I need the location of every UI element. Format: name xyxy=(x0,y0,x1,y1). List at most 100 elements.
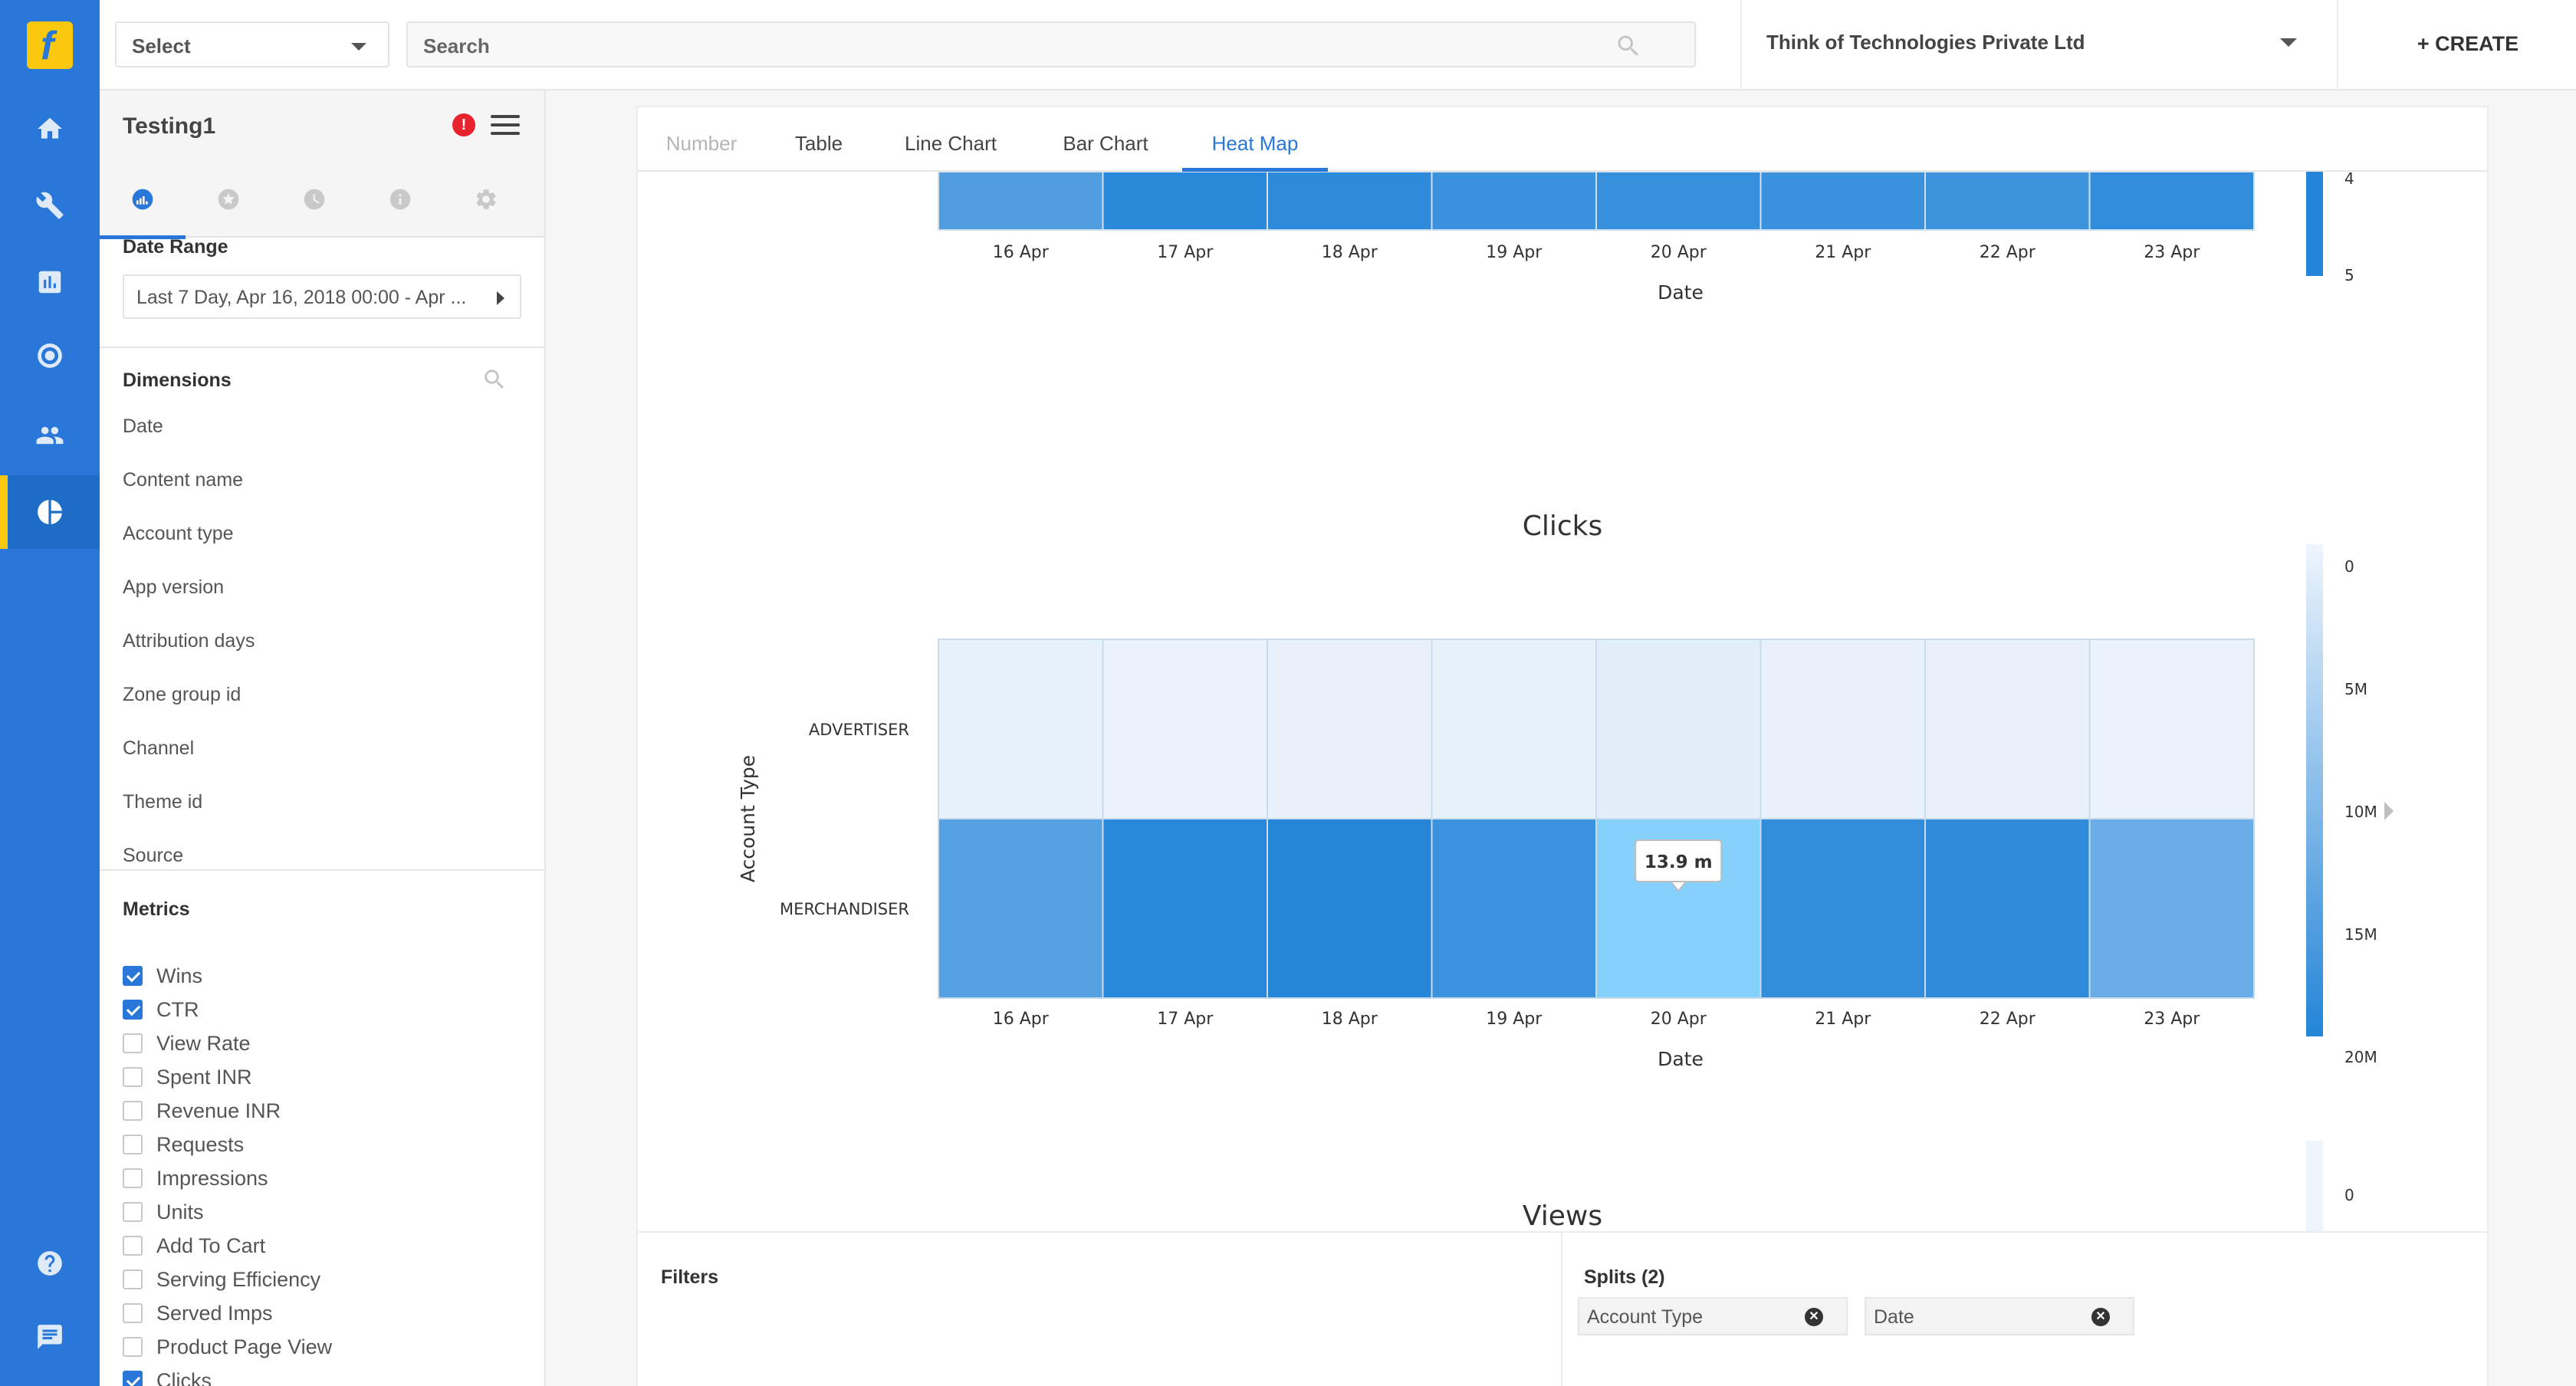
split-label: Date xyxy=(1874,1306,1914,1328)
dimension-item[interactable]: Attribution days xyxy=(123,630,255,652)
metric-item[interactable]: Wins xyxy=(123,963,202,989)
dimension-item[interactable]: Channel xyxy=(123,737,194,760)
metric-item[interactable]: Product Page View xyxy=(123,1334,332,1360)
split-label: Account Type xyxy=(1587,1306,1704,1328)
metric-item[interactable]: View Rate xyxy=(123,1030,251,1056)
dimension-item[interactable]: Source xyxy=(123,845,183,867)
tab-data[interactable] xyxy=(100,161,186,239)
metric-item[interactable]: Spent INR xyxy=(123,1064,252,1090)
close-icon[interactable]: ✕ xyxy=(2091,1308,2110,1326)
heatmap-cell xyxy=(1924,639,2091,819)
tab-info[interactable] xyxy=(357,161,443,238)
metric-label: CTR xyxy=(156,997,199,1021)
nav-targets[interactable] xyxy=(0,319,100,392)
nav-analytics[interactable] xyxy=(0,475,100,549)
tab-number[interactable]: Number xyxy=(638,107,765,172)
metric-checkbox[interactable] xyxy=(123,1033,143,1053)
dimension-item[interactable]: App version xyxy=(123,576,224,599)
metric-checkbox[interactable] xyxy=(123,1101,143,1121)
x-tick-label: 18 Apr xyxy=(1322,243,1378,262)
view-tabs: Number Table Line Chart Bar Chart Heat Map xyxy=(638,107,2487,172)
metric-item[interactable]: Impressions xyxy=(123,1165,268,1191)
dimension-item[interactable]: Theme id xyxy=(123,791,202,813)
tab-favorites[interactable] xyxy=(186,161,271,238)
metric-checkbox[interactable] xyxy=(123,1371,143,1386)
colorbar-tick: 15M xyxy=(2344,925,2377,944)
metric-checkbox[interactable] xyxy=(123,966,143,986)
colorbar-tick: 5M xyxy=(2344,680,2367,698)
select-dropdown[interactable]: Select xyxy=(115,21,389,67)
search-icon[interactable] xyxy=(481,366,508,392)
nav-help[interactable] xyxy=(0,1227,100,1300)
metric-checkbox[interactable] xyxy=(123,1135,143,1154)
metric-checkbox[interactable] xyxy=(123,1269,143,1289)
metric-item[interactable]: Clicks xyxy=(123,1368,212,1386)
metric-checkbox[interactable] xyxy=(123,1067,143,1087)
metric-item[interactable]: Units xyxy=(123,1199,204,1225)
heatmap-cell xyxy=(1924,818,2091,999)
users-icon xyxy=(36,426,64,445)
metric-item[interactable]: Serving Efficiency xyxy=(123,1266,320,1292)
x-tick-label: 23 Apr xyxy=(2144,1010,2200,1029)
tab-table[interactable]: Table xyxy=(765,107,872,172)
dimension-item[interactable]: Zone group id xyxy=(123,684,241,706)
nav-feedback[interactable] xyxy=(0,1300,100,1374)
metric-checkbox[interactable] xyxy=(123,1000,143,1020)
x-tick-label: 19 Apr xyxy=(1486,243,1543,262)
metric-label: Product Page View xyxy=(156,1335,333,1358)
panel-tabs xyxy=(100,161,544,239)
tab-history[interactable] xyxy=(271,161,357,238)
metric-checkbox[interactable] xyxy=(123,1236,143,1256)
dimension-item[interactable]: Date xyxy=(123,415,163,438)
report-title: Testing1 xyxy=(123,113,216,139)
tab-settings[interactable] xyxy=(443,161,529,238)
split-pill[interactable]: Account Type ✕ xyxy=(1578,1297,1848,1335)
metric-label: Clicks xyxy=(156,1368,212,1386)
metric-item[interactable]: Revenue INR xyxy=(123,1098,281,1124)
dimension-item[interactable]: Content name xyxy=(123,469,243,491)
filters-splits-bar: Filters Splits (2) Account Type ✕ Date ✕ xyxy=(638,1231,2487,1386)
company-switcher[interactable]: Think of Technologies Private Ltd xyxy=(1740,0,2338,89)
x-tick-label: 17 Apr xyxy=(1157,243,1214,262)
y-tick-label: ADVERTISER xyxy=(809,721,909,739)
x-axis-label: Date xyxy=(1658,1048,1704,1070)
nav-home[interactable] xyxy=(0,92,100,166)
metric-checkbox[interactable] xyxy=(123,1303,143,1323)
clock-icon xyxy=(304,189,325,210)
search-icon[interactable] xyxy=(1615,32,1642,60)
metric-label: Impressions xyxy=(156,1166,268,1190)
create-button[interactable]: + CREATE xyxy=(2338,0,2576,89)
nav-reports[interactable] xyxy=(0,245,100,319)
metric-item[interactable]: CTR xyxy=(123,997,199,1023)
close-icon[interactable]: ✕ xyxy=(1805,1308,1823,1326)
menu-icon[interactable] xyxy=(491,115,520,135)
date-range-value: Last 7 Day, Apr 16, 2018 00:00 - Apr ... xyxy=(136,287,467,308)
metric-label: View Rate xyxy=(156,1031,251,1055)
x-tick-label: 16 Apr xyxy=(993,243,1050,262)
caret-right-icon xyxy=(497,291,504,305)
tab-line-chart[interactable]: Line Chart xyxy=(872,107,1029,172)
metric-item[interactable]: Requests xyxy=(123,1131,244,1158)
nav-users[interactable] xyxy=(0,399,100,472)
split-pill[interactable]: Date ✕ xyxy=(1865,1297,2134,1335)
tab-bar-chart[interactable]: Bar Chart xyxy=(1029,107,1182,172)
metric-checkbox[interactable] xyxy=(123,1168,143,1188)
alert-icon[interactable]: ! xyxy=(452,113,475,136)
caret-right-icon[interactable] xyxy=(2384,802,2394,820)
search-input[interactable]: Search xyxy=(406,21,1696,67)
nav-tools[interactable] xyxy=(0,169,100,242)
metric-checkbox[interactable] xyxy=(123,1202,143,1222)
date-range-picker[interactable]: Last 7 Day, Apr 16, 2018 00:00 - Apr ... xyxy=(123,274,521,319)
flipkart-logo-icon[interactable] xyxy=(27,21,73,69)
heatmap-cell xyxy=(938,639,1104,819)
metric-checkbox[interactable] xyxy=(123,1337,143,1357)
left-rail xyxy=(0,0,100,1386)
metric-item[interactable]: Add To Cart xyxy=(123,1233,265,1259)
heatmap-cell xyxy=(1431,172,1597,231)
tab-heat-map[interactable]: Heat Map xyxy=(1182,107,1328,172)
x-tick-label: 22 Apr xyxy=(1980,243,2036,262)
dimension-item[interactable]: Account type xyxy=(123,523,234,545)
metric-item[interactable]: Served Imps xyxy=(123,1300,273,1326)
date-range-label: Date Range xyxy=(123,236,228,258)
heatmap-cell xyxy=(1760,818,1926,999)
